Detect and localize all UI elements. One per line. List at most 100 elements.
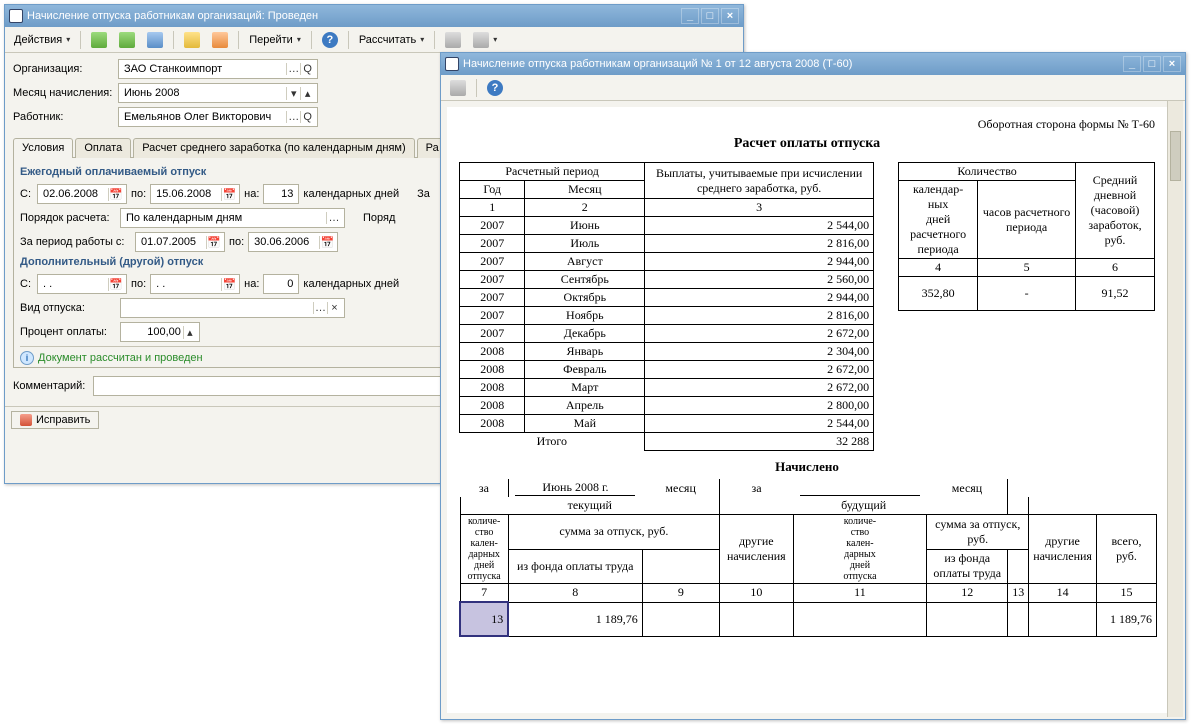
kind-select[interactable]: … <box>313 302 327 314</box>
table-cell: 2007 <box>460 235 525 253</box>
period-from-input[interactable] <box>139 235 206 249</box>
table-cell: 2 944,00 <box>645 253 874 271</box>
calendar-icon[interactable]: 📅 <box>206 236 221 249</box>
worker-clear-button[interactable]: Q <box>300 111 314 123</box>
tab-payment[interactable]: Оплата <box>75 138 131 158</box>
form-corner-label: Оборотная сторона формы № Т-60 <box>459 117 1155 132</box>
refresh-icon <box>147 32 163 48</box>
arrow-left-icon <box>91 32 107 48</box>
pct-spinner[interactable]: ▴ <box>183 326 196 339</box>
fix-button[interactable]: Исправить <box>11 411 99 429</box>
report-titlebar[interactable]: Начисление отпуска работникам организаци… <box>441 53 1185 75</box>
calendar-icon[interactable]: 📅 <box>221 278 236 291</box>
pct-label: Процент оплаты: <box>20 326 120 338</box>
table-cell: 2008 <box>460 361 525 379</box>
comment-label: Комментарий: <box>13 380 93 392</box>
table-cell: Февраль <box>525 361 645 379</box>
date-from-input[interactable] <box>41 187 108 201</box>
worker-input[interactable] <box>122 110 286 124</box>
tool-open[interactable] <box>179 30 205 50</box>
org-select-button[interactable]: … <box>286 63 300 75</box>
report-title: Расчет оплаты отпуска <box>459 136 1155 152</box>
table-cell: 2 672,00 <box>645 325 874 343</box>
titlebar[interactable]: Начисление отпуска работникам организаци… <box>5 5 743 27</box>
window-icon <box>9 9 23 23</box>
add-date-to[interactable] <box>154 277 221 291</box>
table-cell: 2008 <box>460 397 525 415</box>
date-to-input[interactable] <box>154 187 221 201</box>
add-date-from[interactable] <box>41 277 108 291</box>
table-cell: 2008 <box>460 415 525 433</box>
calendar-icon[interactable]: 📅 <box>319 236 334 249</box>
work-period-label: За период работы с: <box>20 236 135 248</box>
worker-select-button[interactable]: … <box>286 111 300 123</box>
wrench-icon <box>20 414 32 426</box>
minimize-button[interactable]: _ <box>681 8 699 24</box>
help-button[interactable]: ? <box>482 78 508 98</box>
accrued-title: Начислено <box>459 459 1155 475</box>
table-cell: 2007 <box>460 307 525 325</box>
minimize-button[interactable]: _ <box>1123 56 1141 72</box>
maximize-button[interactable]: □ <box>1143 56 1161 72</box>
print-button[interactable] <box>445 78 471 98</box>
arrow-right-icon <box>119 32 135 48</box>
days-input[interactable] <box>267 187 295 201</box>
tool-next[interactable] <box>114 30 140 50</box>
org-input[interactable] <box>122 62 286 76</box>
window-title: Начисление отпуска работникам организаци… <box>27 10 679 22</box>
table-cell: 2 816,00 <box>645 235 874 253</box>
calc-menu[interactable]: Рассчитать <box>354 30 429 50</box>
month-input[interactable] <box>122 86 286 100</box>
kind-input[interactable] <box>124 301 313 315</box>
close-button[interactable]: × <box>721 8 739 24</box>
report-toolbar: ? <box>441 75 1185 101</box>
table-cell: 2007 <box>460 253 525 271</box>
tab-conditions[interactable]: Условия <box>13 138 73 158</box>
scroll-thumb[interactable] <box>1170 131 1181 181</box>
calendar-icon[interactable]: 📅 <box>221 188 236 201</box>
maximize-button[interactable]: □ <box>701 8 719 24</box>
order-select[interactable]: … <box>326 212 341 224</box>
tool-post[interactable] <box>207 30 233 50</box>
month-dropdown[interactable]: ▾ <box>286 87 300 100</box>
month-spinner[interactable]: ▴ <box>300 87 314 100</box>
table-cell: 2 672,00 <box>645 379 874 397</box>
table-cell: Май <box>525 415 645 433</box>
table-cell: 2 944,00 <box>645 289 874 307</box>
status-calculated: i Документ рассчитан и проведен <box>20 351 203 365</box>
tool-prev[interactable] <box>86 30 112 50</box>
close-button[interactable]: × <box>1163 56 1181 72</box>
month-label: Месяц начисления: <box>13 87 118 99</box>
toolbar: Действия Перейти ? Рассчитать <box>5 27 743 53</box>
table-cell: 2007 <box>460 289 525 307</box>
info-icon: i <box>20 351 34 365</box>
actions-menu[interactable]: Действия <box>9 30 75 50</box>
table-cell: Октябрь <box>525 289 645 307</box>
table-cell: Ноябрь <box>525 307 645 325</box>
pct-input[interactable] <box>124 325 183 339</box>
table-cell: Январь <box>525 343 645 361</box>
order-input[interactable] <box>124 211 326 225</box>
selected-cell[interactable]: 13 <box>460 602 508 636</box>
tab-avg-calc[interactable]: Расчет среднего заработка (по календарны… <box>133 138 414 158</box>
kind-label: Вид отпуска: <box>20 302 120 314</box>
period-to-input[interactable] <box>252 235 319 249</box>
table-cell: Март <box>525 379 645 397</box>
scrollbar[interactable] <box>1167 101 1183 717</box>
calendar-icon[interactable]: 📅 <box>108 188 123 201</box>
table-cell: 2 304,00 <box>645 343 874 361</box>
help-button[interactable]: ? <box>317 30 343 50</box>
tool-list[interactable] <box>440 30 466 50</box>
table-cell: 2007 <box>460 271 525 289</box>
org-label: Организация: <box>13 63 118 75</box>
goto-menu[interactable]: Перейти <box>244 30 306 50</box>
calendar-icon[interactable]: 📅 <box>108 278 123 291</box>
tool-print[interactable] <box>468 30 502 50</box>
kind-clear[interactable]: × <box>327 302 341 314</box>
accrued-table: за Июнь 2008 г. месяц за месяц текущий б… <box>459 479 1157 637</box>
add-days[interactable] <box>267 277 295 291</box>
org-clear-button[interactable]: Q <box>300 63 314 75</box>
tool-refresh[interactable] <box>142 30 168 50</box>
report-window: Начисление отпуска работникам организаци… <box>440 52 1186 720</box>
list-icon <box>445 32 461 48</box>
